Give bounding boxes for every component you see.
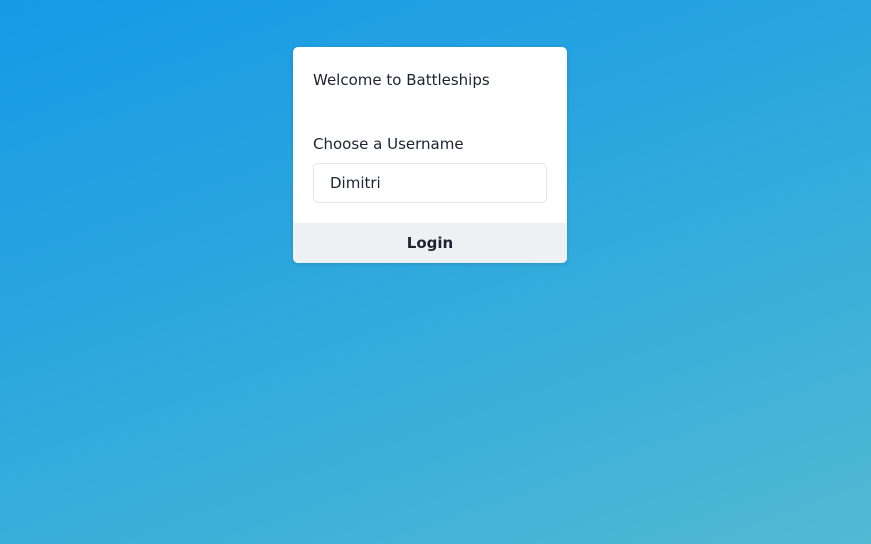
username-input[interactable] <box>313 163 547 203</box>
welcome-heading: Welcome to Battleships <box>313 71 490 89</box>
login-card: Welcome to Battleships Choose a Username… <box>293 47 567 263</box>
login-button[interactable]: Login <box>293 223 567 263</box>
username-label: Choose a Username <box>313 135 464 153</box>
